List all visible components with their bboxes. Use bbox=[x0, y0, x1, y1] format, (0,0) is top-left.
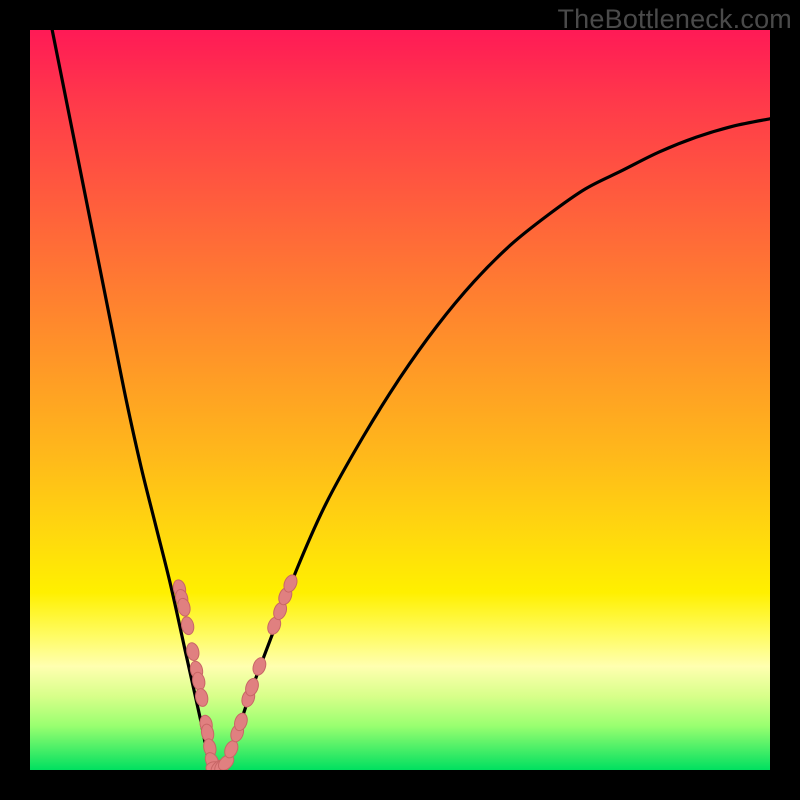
curve-marker bbox=[251, 656, 268, 677]
curve-markers bbox=[172, 573, 300, 770]
watermark-text: TheBottleneck.com bbox=[557, 4, 792, 35]
bottleneck-curve bbox=[52, 30, 770, 770]
plot-area bbox=[30, 30, 770, 770]
chart-frame: TheBottleneck.com bbox=[0, 0, 800, 800]
curve-layer bbox=[30, 30, 770, 770]
